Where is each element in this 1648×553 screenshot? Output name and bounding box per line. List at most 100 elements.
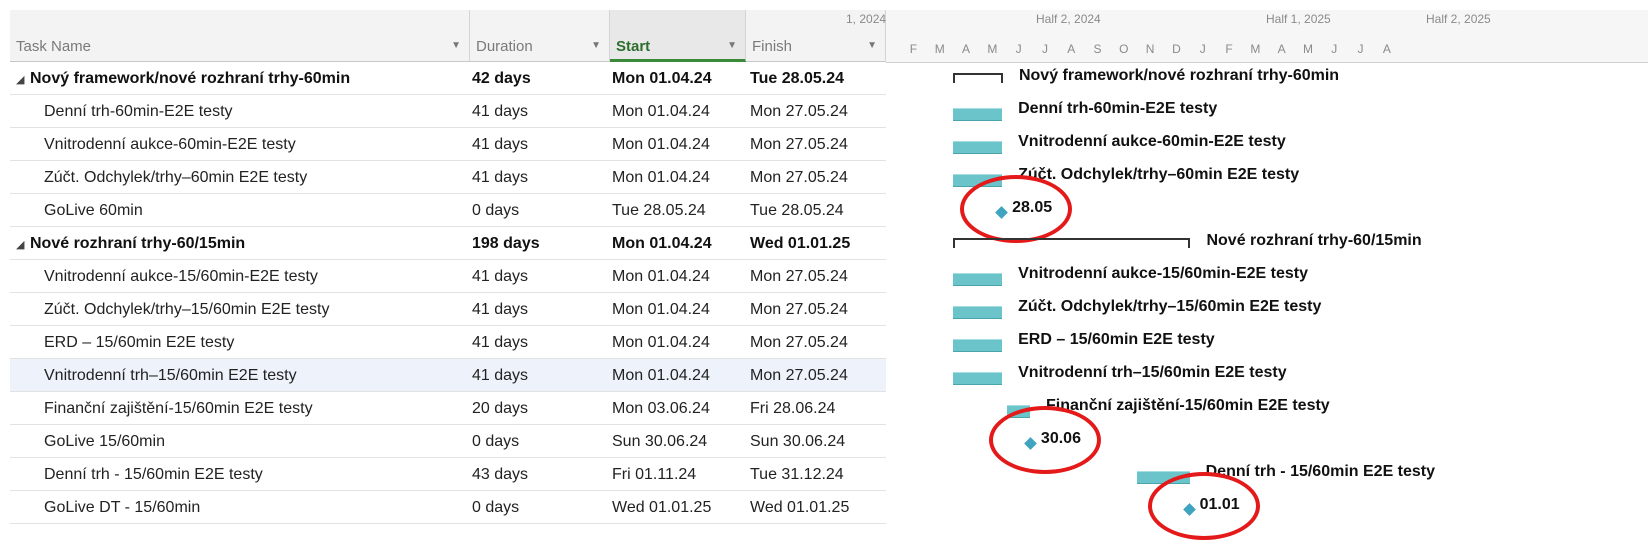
table-row[interactable]: ERD – 15/60min E2E testy 41 days Mon 01.04… [10, 326, 886, 359]
finish-cell[interactable]: Tue 28.05.24 [750, 62, 884, 95]
duration-cell[interactable]: 0 days [472, 194, 602, 227]
table-row[interactable]: ◢ Nové rozhraní trhy-60/15min 198 days Mon … [10, 227, 886, 260]
start-cell[interactable]: Mon 01.04.24 [612, 62, 744, 95]
finish-cell[interactable]: Mon 27.05.24 [750, 359, 884, 392]
finish-cell[interactable]: Fri 28.06.24 [750, 392, 884, 425]
timescale-month-label: M [934, 42, 945, 56]
table-row[interactable]: GoLive 15/60min 0 days Sun 30.06.24 Sun 30.… [10, 425, 886, 458]
start-cell[interactable]: Fri 01.11.24 [612, 458, 744, 491]
chevron-down-icon[interactable]: ▼ [591, 40, 601, 51]
timescale-period-label: Half 2, 2025 [1426, 12, 1491, 26]
duration-cell[interactable]: 41 days [472, 128, 602, 161]
duration-cell[interactable]: 41 days [472, 161, 602, 194]
header-duration[interactable]: Duration ▼ [470, 10, 610, 62]
start-cell[interactable]: Tue 28.05.24 [612, 194, 744, 227]
task-bar[interactable] [952, 371, 1003, 385]
table-row[interactable]: Vnitrodenní aukce-60min-E2E testy 41 days… [10, 128, 886, 161]
task-name-cell[interactable]: Vnitrodenní aukce-60min-E2E testy [44, 128, 464, 161]
task-name-cell[interactable]: ◢ Nové rozhraní trhy-60/15min [16, 227, 466, 260]
finish-cell[interactable]: Mon 27.05.24 [750, 161, 884, 194]
finish-cell[interactable]: Mon 27.05.24 [750, 260, 884, 293]
duration-cell[interactable]: 42 days [472, 62, 602, 95]
header-start[interactable]: Start ▼ [610, 10, 746, 62]
start-cell[interactable]: Mon 01.04.24 [612, 161, 744, 194]
chevron-down-icon[interactable]: ▼ [867, 40, 877, 51]
finish-cell[interactable]: Sun 30.06.24 [750, 425, 884, 458]
duration-cell[interactable]: 20 days [472, 392, 602, 425]
finish-cell[interactable]: Wed 01.01.25 [750, 227, 884, 260]
summary-bar[interactable] [952, 237, 1191, 248]
table-row[interactable]: Vnitrodenní aukce-15/60min-E2E testy 41 d… [10, 260, 886, 293]
task-bar[interactable] [952, 107, 1003, 121]
duration-cell[interactable]: 43 days [472, 458, 602, 491]
task-name-text: Denní trh-60min-E2E testy [44, 103, 233, 120]
summary-bar[interactable] [952, 72, 1003, 83]
finish-cell[interactable]: Tue 28.05.24 [750, 194, 884, 227]
duration-cell[interactable]: 41 days [472, 359, 602, 392]
start-cell[interactable]: Sun 30.06.24 [612, 425, 744, 458]
task-name-cell[interactable]: Vnitrodenní trh–15/60min E2E testy [44, 359, 464, 392]
task-name-cell[interactable]: Denní trh-60min-E2E testy [44, 95, 464, 128]
gantt-chart: 1, 2024 Half 2, 2024 Half 1, 2025 Half 2, 2… [846, 10, 1648, 540]
gantt-bar-label: Denní trh - 15/60min E2E testy [1205, 462, 1436, 480]
finish-cell[interactable]: Mon 27.05.24 [750, 128, 884, 161]
start-cell[interactable]: Mon 01.04.24 [612, 227, 744, 260]
finish-cell[interactable]: Mon 27.05.24 [750, 326, 884, 359]
task-name-cell[interactable]: Denní trh - 15/60min E2E testy [44, 458, 464, 491]
table-row[interactable]: Zúčt. Odchylek/trhy–60min E2E testy 41 da… [10, 161, 886, 194]
timescale-month-label: A [1277, 42, 1286, 56]
header-task-name[interactable]: Task Name ▼ [10, 10, 470, 62]
duration-cell[interactable]: 41 days [472, 95, 602, 128]
duration-cell[interactable]: 41 days [472, 326, 602, 359]
task-name-cell[interactable]: GoLive 15/60min [44, 425, 464, 458]
table-row[interactable]: Vnitrodenní trh–15/60min E2E testy 41 day… [10, 359, 886, 392]
table-row[interactable]: Finanční zajištění-15/60min E2E testy 20 … [10, 392, 886, 425]
collapse-triangle-icon[interactable]: ◢ [16, 64, 30, 95]
task-name-cell[interactable]: Zúčt. Odchylek/trhy–60min E2E testy [44, 161, 464, 194]
duration-cell[interactable]: 198 days [472, 227, 602, 260]
duration-cell[interactable]: 41 days [472, 293, 602, 326]
start-cell[interactable]: Mon 01.04.24 [612, 359, 744, 392]
task-name-cell[interactable]: GoLive DT - 15/60min [44, 491, 464, 524]
finish-cell[interactable]: Tue 31.12.24 [750, 458, 884, 491]
task-name-text: Nové rozhraní trhy-60/15min [30, 235, 246, 252]
start-cell[interactable]: Mon 01.04.24 [612, 326, 744, 359]
task-name-cell[interactable]: ◢ Nový framework/nové rozhraní trhy-60min [16, 62, 466, 95]
duration-cell[interactable]: 0 days [472, 491, 602, 524]
finish-cell[interactable]: Mon 27.05.24 [750, 95, 884, 128]
task-name-cell[interactable]: GoLive 60min [44, 194, 464, 227]
task-name-cell[interactable]: Vnitrodenní aukce-15/60min-E2E testy [44, 260, 464, 293]
start-cell[interactable]: Mon 01.04.24 [612, 260, 744, 293]
duration-cell[interactable]: 0 days [472, 425, 602, 458]
table-row[interactable]: Denní trh-60min-E2E testy 41 days Mon 01.0… [10, 95, 886, 128]
task-name-cell[interactable]: ERD – 15/60min E2E testy [44, 326, 464, 359]
start-cell[interactable]: Wed 01.01.25 [612, 491, 744, 524]
gantt-bar-label: Nové rozhraní trhy-60/15min [1206, 231, 1422, 249]
start-cell[interactable]: Mon 03.06.24 [612, 392, 744, 425]
task-bar[interactable] [952, 272, 1003, 286]
task-name-text: GoLive DT - 15/60min [44, 499, 201, 516]
table-row[interactable]: GoLive 60min 0 days Tue 28.05.24 Tue 28.05.… [10, 194, 886, 227]
start-cell[interactable]: Mon 01.04.24 [612, 293, 744, 326]
table-row[interactable]: GoLive DT - 15/60min 0 days Wed 01.01.25 We… [10, 491, 886, 524]
table-row[interactable]: Denní trh - 15/60min E2E testy 43 days Fri… [10, 458, 886, 491]
task-bar[interactable] [952, 140, 1003, 154]
timescale-period-label: Half 2, 2024 [1036, 12, 1101, 26]
task-name-text: GoLive 15/60min [44, 433, 165, 450]
finish-cell[interactable]: Wed 01.01.25 [750, 491, 884, 524]
start-cell[interactable]: Mon 01.04.24 [612, 95, 744, 128]
chevron-down-icon[interactable]: ▼ [727, 40, 737, 51]
collapse-triangle-icon[interactable]: ◢ [16, 229, 30, 260]
task-name-text: Denní trh - 15/60min E2E testy [44, 466, 263, 483]
chevron-down-icon[interactable]: ▼ [451, 40, 461, 51]
finish-cell[interactable]: Mon 27.05.24 [750, 293, 884, 326]
table-row[interactable]: Zúčt. Odchylek/trhy–15/60min E2E testy 41… [10, 293, 886, 326]
header-duration-label: Duration [476, 38, 533, 55]
task-bar[interactable] [952, 338, 1003, 352]
start-cell[interactable]: Mon 01.04.24 [612, 128, 744, 161]
duration-cell[interactable]: 41 days [472, 260, 602, 293]
task-name-cell[interactable]: Finanční zajištění-15/60min E2E testy [44, 392, 464, 425]
task-name-cell[interactable]: Zúčt. Odchylek/trhy–15/60min E2E testy [44, 293, 464, 326]
table-row[interactable]: ◢ Nový framework/nové rozhraní trhy-60min… [10, 62, 886, 95]
task-bar[interactable] [952, 305, 1003, 319]
